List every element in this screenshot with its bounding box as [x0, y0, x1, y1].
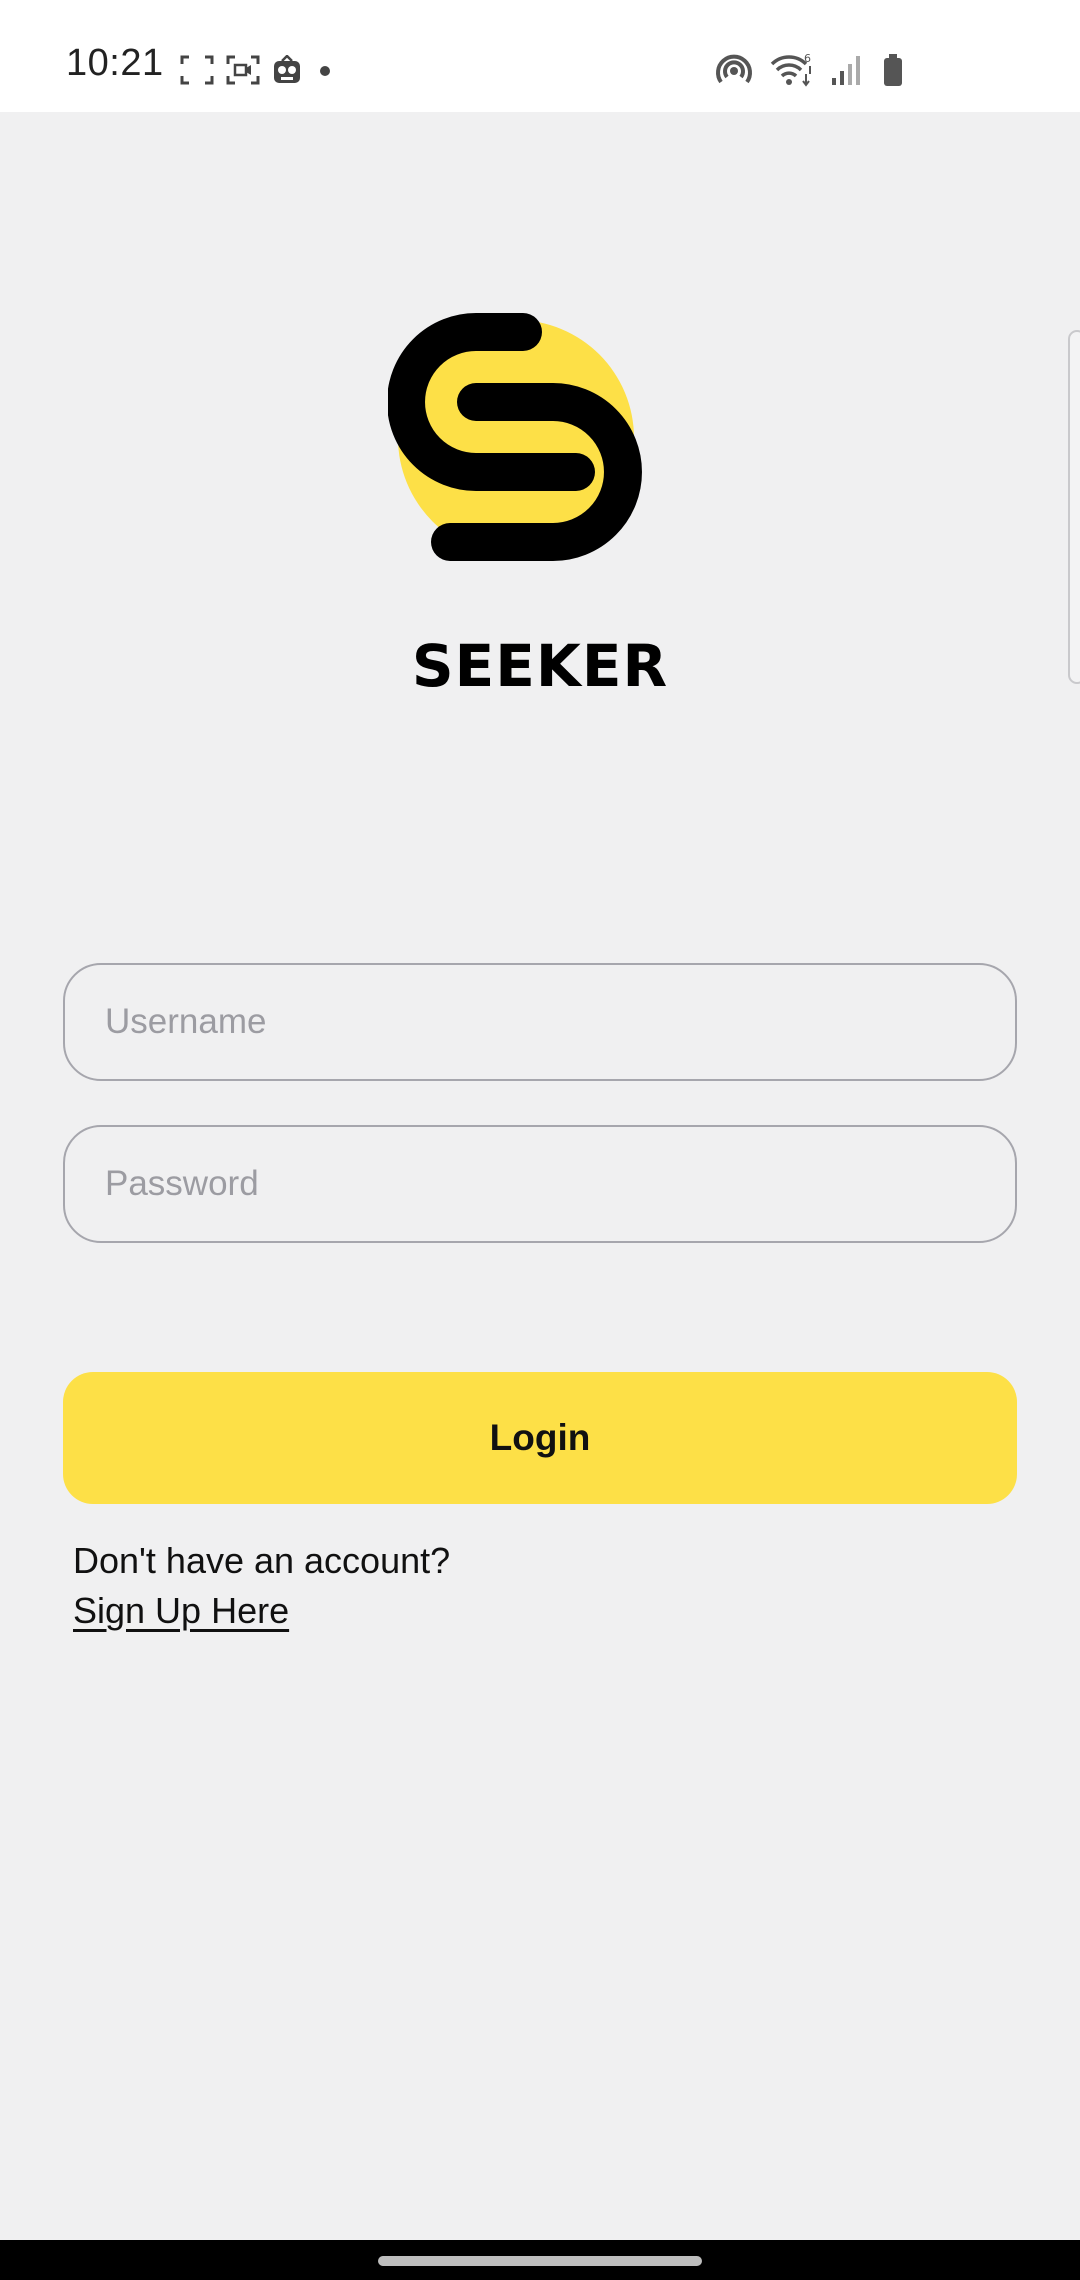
username-input[interactable]	[65, 1002, 1015, 1042]
dot-icon	[314, 55, 336, 85]
login-button[interactable]: Login	[63, 1372, 1017, 1504]
password-field[interactable]	[63, 1125, 1017, 1243]
seeker-logo-icon	[388, 313, 642, 561]
wifi-6-icon: 6	[770, 52, 814, 88]
status-time: 10:21	[66, 42, 164, 84]
signup-link[interactable]: Sign Up Here	[73, 1590, 289, 1632]
battery-icon	[882, 53, 904, 87]
hotspot-icon	[714, 52, 754, 88]
edge-panel-handle[interactable]	[1068, 330, 1080, 684]
brand-name: SEEKER	[411, 632, 669, 700]
username-field[interactable]	[63, 963, 1017, 1081]
status-bar: 10:21 6	[0, 0, 1080, 112]
signal-icon	[830, 54, 866, 86]
signup-prompt: Don't have an account?	[73, 1540, 451, 1581]
home-gesture-handle[interactable]	[378, 2256, 702, 2266]
navigation-bar	[0, 2240, 1080, 2280]
screen-record-icon	[226, 55, 260, 85]
status-right-icons: 6	[714, 50, 904, 90]
svg-text:6: 6	[804, 52, 811, 65]
app-notification-icon	[272, 55, 302, 85]
login-screen: 10:21 6 SEEKER Username Login Don't have…	[0, 0, 1080, 2280]
password-input[interactable]	[65, 1164, 1015, 1204]
screenshot-frame-icon	[180, 55, 214, 85]
status-left-icons	[180, 52, 336, 88]
